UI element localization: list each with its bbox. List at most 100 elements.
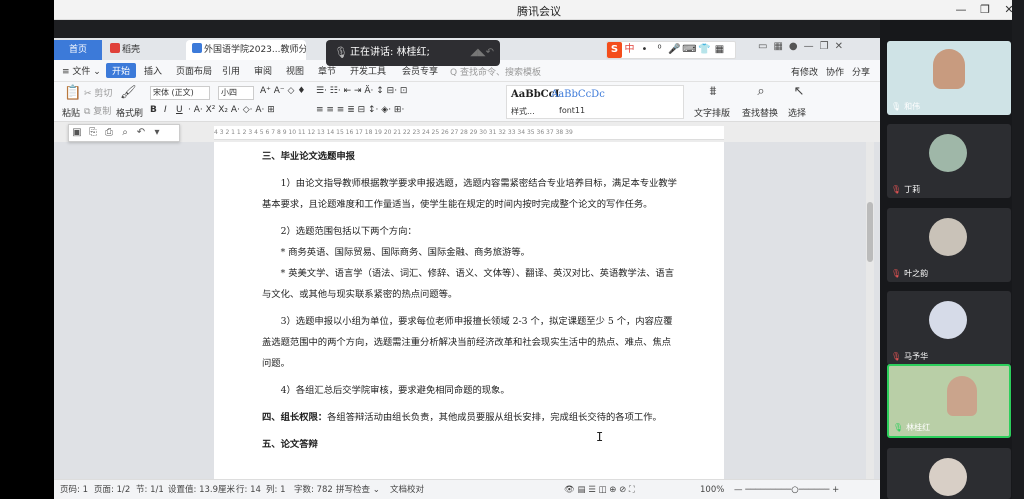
text-layout-label[interactable]: 文字排版 — [694, 106, 730, 119]
command-search[interactable]: Q 查找命令、搜索模板 — [450, 65, 541, 78]
ime-punct[interactable]: • — [637, 42, 652, 58]
italic-button[interactable]: I — [164, 105, 167, 115]
find-replace-label[interactable]: 查找替换 — [742, 106, 778, 119]
microphone-icon: 🎙 — [893, 423, 904, 432]
scroll-thumb[interactable] — [867, 202, 873, 262]
align-tools[interactable]: ≡ ≡ ≡ ≣ ⊟ ↕· ◈· ⊞· — [316, 105, 404, 115]
zoom-level[interactable]: 100% — [700, 481, 724, 499]
ime-width[interactable]: ⁰ — [652, 42, 667, 58]
save-icon[interactable]: ▣ — [69, 125, 85, 141]
document-scrollbar[interactable] — [866, 142, 874, 479]
avatar — [929, 458, 967, 496]
sogou-ime-icon[interactable]: S — [607, 42, 622, 58]
menu-review[interactable]: 审阅 — [254, 64, 272, 77]
grid-icon[interactable]: ▦ — [773, 41, 782, 52]
preview-icon[interactable]: ⌕ — [117, 125, 133, 141]
export-icon[interactable]: ⎘ — [85, 125, 101, 141]
copy-label: 复制 — [93, 107, 112, 117]
meeting-window: 腾讯会议 — ❐ ✕ 首页 稻壳 外国语学院2023...教师分配方案 S中•⁰… — [54, 0, 1024, 499]
tab-docer[interactable]: 稻壳 — [104, 40, 184, 60]
status-page: 页码: 1 — [60, 485, 88, 495]
spell-check-button[interactable]: 拼写检查 ⌄ — [336, 481, 380, 499]
avatar-icon[interactable]: ● — [789, 41, 798, 52]
ime-keyboard-icon[interactable]: ⌨ — [682, 42, 697, 58]
list-tools[interactable]: ☰· ☷· ⇤ ⇥ Ä· ↕ ⊟· ⊡ — [316, 86, 407, 96]
menu-insert[interactable]: 插入 — [144, 64, 162, 77]
undo-icon[interactable]: ↶ — [133, 125, 149, 141]
avatar — [929, 301, 967, 339]
microphone-icon: 🎙 — [891, 102, 902, 111]
view-mode-icons[interactable]: 👁 ▤ ☰ ◫ ⊕ ⊘ ⛶ — [564, 481, 635, 499]
menu-reference[interactable]: 引用 — [222, 64, 240, 77]
ribbon: 📋 粘贴 ✂ 剪切 ⧉ 复制 🖌 格式刷 宋体 (正文) 小四 A⁺ A⁻ ◇ … — [54, 82, 880, 122]
tab-document[interactable]: 外国语学院2023...教师分配方案 — [186, 40, 306, 60]
participant-tile[interactable]: 🎙 叶之韵 — [887, 208, 1011, 282]
status-words[interactable]: 字数: 782 — [294, 481, 333, 499]
participant-tile[interactable] — [887, 448, 1011, 499]
paste-icon[interactable]: 📋 — [64, 86, 81, 100]
paragraph-4: 4）各组汇总后交学院审核，要求避免相同命题的现象。 — [280, 385, 510, 396]
win-max-icon[interactable]: ❐ — [820, 41, 829, 52]
proofread-button[interactable]: 文档校对 — [390, 481, 424, 499]
zoom-slider[interactable]: — ─────────○────── + — [734, 481, 839, 499]
participant-tile-active[interactable]: 🎙 林桂红 — [887, 364, 1011, 438]
document-content[interactable]: 三、毕业论文选题申报 1）由论文指导教师根据教学要求申报选题，选题内容需紧密结合… — [262, 146, 680, 455]
has-changes-button[interactable]: 有修改 — [791, 68, 818, 78]
select-cursor-icon[interactable]: ↖ — [792, 85, 806, 99]
bold-button[interactable]: B — [150, 105, 157, 115]
document-area: 三、毕业论文选题申报 1）由论文指导教师根据教学要求申报选题，选题内容需紧密结合… — [54, 142, 880, 479]
ime-chinese-mode[interactable]: 中 — [622, 42, 637, 58]
tab-home[interactable]: 首页 — [54, 40, 102, 60]
participant-tile[interactable]: 🎙 和伟 — [887, 41, 1011, 115]
participant-tile[interactable]: 🎙 丁莉 — [887, 124, 1011, 198]
avatar — [929, 218, 967, 256]
format-painter-icon[interactable]: 🖌 — [120, 86, 137, 100]
cut-button[interactable]: ✂ 剪切 — [84, 86, 112, 99]
maximize-button[interactable]: ❐ — [974, 2, 996, 18]
ime-toolbox-icon[interactable]: ▦ — [712, 42, 727, 58]
word-doc-icon — [192, 43, 202, 53]
menu-file[interactable]: ≡ 文件 ⌄ — [62, 64, 101, 77]
minimize-button[interactable]: — — [950, 2, 972, 18]
menu-view[interactable]: 视图 — [286, 64, 304, 77]
heading-4: 四、组长权限： — [262, 412, 328, 423]
find-replace-icon[interactable]: ⌕ — [754, 85, 768, 99]
heading-4-body: 各组答辩活动由组长负责，其他成员要服从组长安排，完成组长交待的各项工作。 — [327, 412, 662, 423]
share-button[interactable]: 分享 — [852, 68, 870, 78]
side-scrollbar[interactable] — [1012, 0, 1024, 499]
win-min-icon[interactable]: — — [804, 41, 814, 52]
participant-name: 🎙 丁莉 — [891, 185, 921, 194]
text-effects[interactable]: · A· X² X₂ A· ◇· A· ⊞ — [188, 105, 275, 115]
font-size-select[interactable]: 小四 — [218, 86, 254, 100]
select-label[interactable]: 选择 — [788, 106, 806, 119]
paste-label[interactable]: 粘贴 — [62, 106, 80, 119]
collaborate-button[interactable]: 协作 — [826, 68, 844, 78]
menu-page-layout[interactable]: 页面布局 — [176, 64, 212, 77]
font-family-select[interactable]: 宋体 (正文) — [150, 86, 210, 100]
style-more-label[interactable]: 样式... — [511, 106, 535, 117]
font-grow-shrink[interactable]: A⁺ A⁻ ◇ ♦ — [260, 86, 305, 96]
styles-gallery[interactable]: AaBbCcI AaBbCcDc 样式... font11 — [506, 85, 684, 119]
mic-muted-icon: 🎙 — [891, 352, 902, 361]
format-painter-label[interactable]: 格式刷 — [116, 106, 143, 119]
participants-panel: 🎙 和伟 🎙 丁莉 🎙 叶之韵 🎙 马予华 🎙 林桂红 — [880, 20, 1024, 499]
participant-video — [947, 376, 977, 416]
more-icon[interactable]: ▾ — [149, 125, 165, 141]
win-close-icon[interactable]: ✕ — [835, 41, 843, 52]
ime-skin-icon[interactable]: 👕 — [697, 42, 712, 58]
status-section: 节: 1/1 — [136, 485, 164, 495]
layout-icon[interactable]: ▭ — [758, 41, 767, 52]
text-layout-icon[interactable]: ⩩ — [706, 85, 720, 99]
participant-tile[interactable]: 🎙 马予华 — [887, 291, 1011, 365]
ime-voice-icon[interactable]: 🎤 — [667, 42, 682, 58]
style-font11[interactable]: AaBbCcDc — [551, 89, 605, 100]
status-pages: 页面: 1/2 — [94, 485, 131, 495]
menu-start[interactable]: 开始 — [106, 63, 137, 78]
cut-label: 剪切 — [94, 89, 113, 99]
style-font11-label[interactable]: font11 — [559, 106, 585, 115]
status-position: 设置值: 13.9厘米 — [168, 485, 235, 495]
speaking-indicator: 🎙 正在讲话: 林桂红; ◢◣↶ — [326, 40, 500, 66]
copy-button[interactable]: ⧉ 复制 — [84, 104, 111, 117]
underline-button[interactable]: U — [176, 105, 183, 115]
print-icon[interactable]: ⎙ — [101, 125, 117, 141]
